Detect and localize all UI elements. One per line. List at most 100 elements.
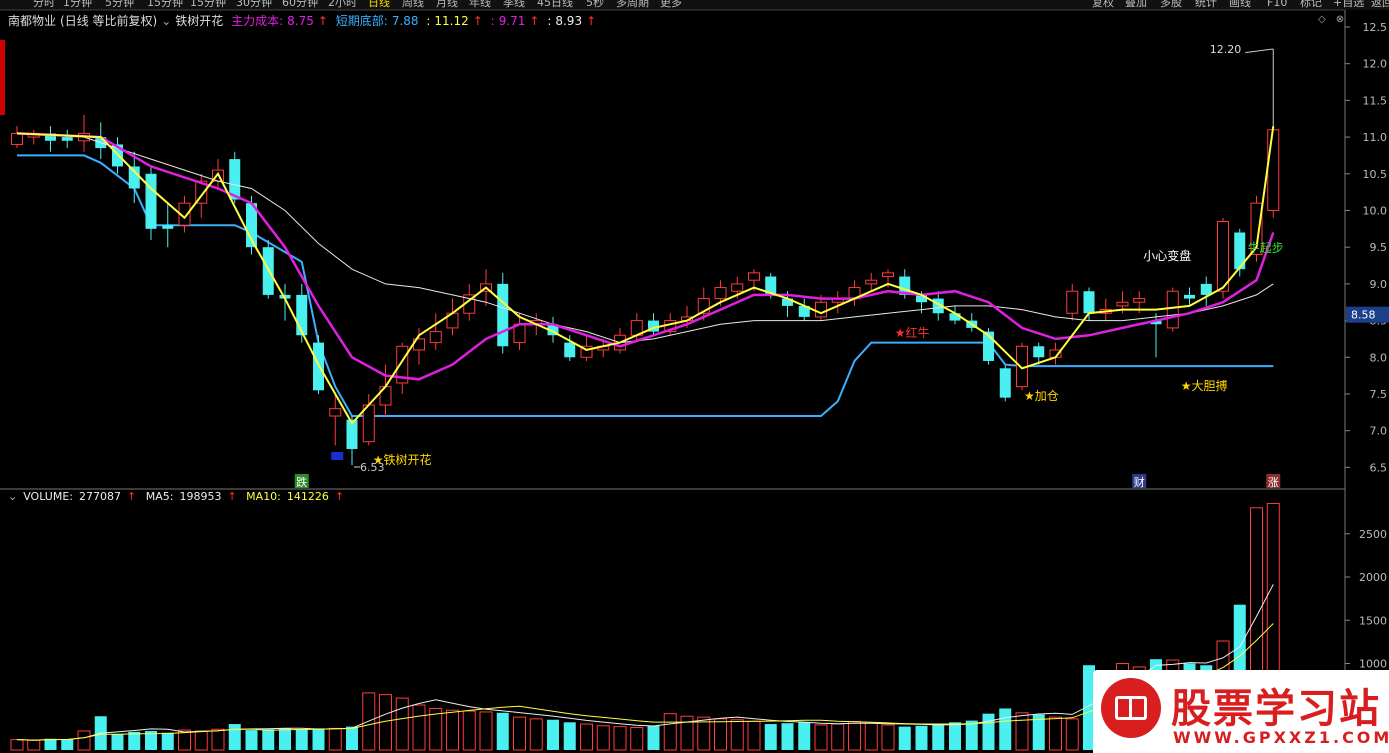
volume-bar-37 (630, 727, 644, 751)
volume-bar-14 (245, 730, 258, 750)
volume-bar-12 (211, 728, 225, 751)
volume-bar-4 (77, 730, 91, 751)
volume-bar-16 (279, 728, 291, 750)
price-tick-label-11: 12.0 (1363, 58, 1388, 71)
ma-yellow-line (16, 125, 1275, 425)
volume-bar-42 (714, 718, 727, 751)
volume-bar-26 (446, 709, 459, 751)
candle-69 (1166, 290, 1179, 329)
volume-bar-27 (462, 710, 476, 751)
watermark: 股票学习站 WWW.GPXXZ1.COM (1093, 670, 1389, 753)
price-tick-label-2: 7.5 (1370, 388, 1388, 401)
volume-bar-7 (128, 731, 141, 750)
candle-43 (731, 283, 744, 292)
candle-44 (748, 272, 760, 281)
volume-bar-24 (412, 704, 426, 751)
volume-bar-50 (848, 720, 861, 751)
candle-63 (1066, 290, 1079, 314)
volume-bar-49 (831, 723, 845, 751)
signal-label-2: 涨 (1268, 476, 1279, 489)
volume-bar-30 (513, 716, 526, 751)
candle-33 (564, 342, 576, 358)
volume-bar-46 (781, 723, 794, 750)
volume-bar-57 (965, 720, 978, 750)
high-pointer (1245, 48, 1274, 54)
annotation-add-position: ★加仓 (1024, 389, 1059, 403)
volume-bar-48 (814, 724, 828, 751)
volume-bar-44 (747, 720, 761, 751)
watermark-title: 股票学习站 (1171, 686, 1381, 732)
volume-bar-58 (982, 713, 995, 750)
price-tick-label-12: 12.5 (1363, 21, 1388, 34)
volume-bar-3 (61, 739, 74, 750)
annotation-bold-bet: ★大胆搏 (1181, 379, 1228, 393)
volume-bar-35 (596, 725, 610, 751)
volume-bar-34 (580, 723, 593, 751)
volume-tick-label-0: 1000 (1359, 658, 1387, 671)
candle-67 (1133, 298, 1146, 303)
price-tick-label-6: 9.5 (1370, 241, 1388, 254)
candle-72 (1217, 220, 1229, 292)
volume-bar-1 (27, 739, 41, 751)
volume-bar-63 (1065, 718, 1079, 751)
volume-bar-2 (44, 738, 57, 750)
volume-bar-45 (764, 724, 777, 750)
volume-bar-53 (898, 726, 911, 750)
volume-bar-0 (10, 739, 24, 751)
price-tick-label-1: 7.0 (1370, 425, 1388, 438)
price-tick-label-10: 11.5 (1363, 94, 1388, 107)
volume-bar-47 (798, 722, 811, 750)
annotation-caution: 小心变盘 (1143, 248, 1191, 263)
signal-label-1: 财 (1134, 475, 1145, 489)
volume-bar-56 (949, 722, 961, 750)
candle-48 (815, 301, 827, 318)
candle-75 (1267, 129, 1280, 211)
volume-tick-label-2: 2000 (1359, 571, 1387, 584)
volume-bar-33 (563, 722, 576, 750)
volume-bar-9 (161, 732, 174, 750)
candle-7 (128, 166, 140, 189)
candle-61 (1033, 346, 1045, 358)
volume-bar-52 (881, 724, 895, 751)
volume-tick-label-1: 1500 (1359, 614, 1387, 627)
candle-25 (429, 331, 442, 344)
volume-bar-19 (328, 727, 342, 751)
candle-3 (61, 137, 73, 141)
volume-bar-11 (194, 730, 208, 751)
volume-bar-51 (864, 722, 878, 751)
price-tick-label-3: 8.0 (1370, 351, 1388, 364)
annotation-bull-start: 牛起步 (1248, 240, 1284, 255)
candle-51 (865, 279, 878, 285)
high-label: 12.20 (1210, 43, 1242, 56)
volume-bar-62 (1049, 716, 1062, 751)
volume-bar-29 (496, 712, 509, 750)
candle-42 (714, 287, 727, 300)
volume-bar-39 (663, 713, 677, 751)
candle-66 (1116, 301, 1129, 307)
volume-bar-59 (999, 708, 1012, 750)
current-price-label: 8.58 (1351, 309, 1376, 322)
volume-bar-32 (547, 719, 559, 750)
annotation-tree-flower: ★铁树开花 (373, 452, 432, 467)
price-tick-label-9: 11.0 (1363, 131, 1388, 144)
candle-71 (1200, 283, 1212, 295)
candle-29 (497, 283, 509, 347)
volume-bar-31 (529, 718, 543, 751)
volume-bar-13 (228, 724, 241, 750)
candle-17 (296, 294, 308, 336)
volume-bar-28 (479, 711, 493, 751)
volume-bar-36 (613, 726, 627, 751)
price-tick-label-7: 10.0 (1363, 204, 1388, 217)
volume-bar-17 (295, 729, 308, 750)
candle-52 (882, 272, 894, 278)
candle-59 (999, 368, 1011, 398)
price-tick-label-5: 9.0 (1370, 278, 1388, 291)
book-icon (1101, 678, 1161, 738)
signal-label-0: 跌 (296, 475, 307, 489)
candle-8 (145, 173, 157, 229)
volume-bar-60 (1015, 712, 1029, 751)
price-tick-label-0: 6.5 (1370, 461, 1388, 474)
candle-9 (162, 225, 174, 229)
candlestick-chart[interactable]: 6.57.07.58.08.59.09.510.010.511.011.512.… (0, 0, 1389, 753)
ma-magenta-line (16, 132, 1275, 381)
